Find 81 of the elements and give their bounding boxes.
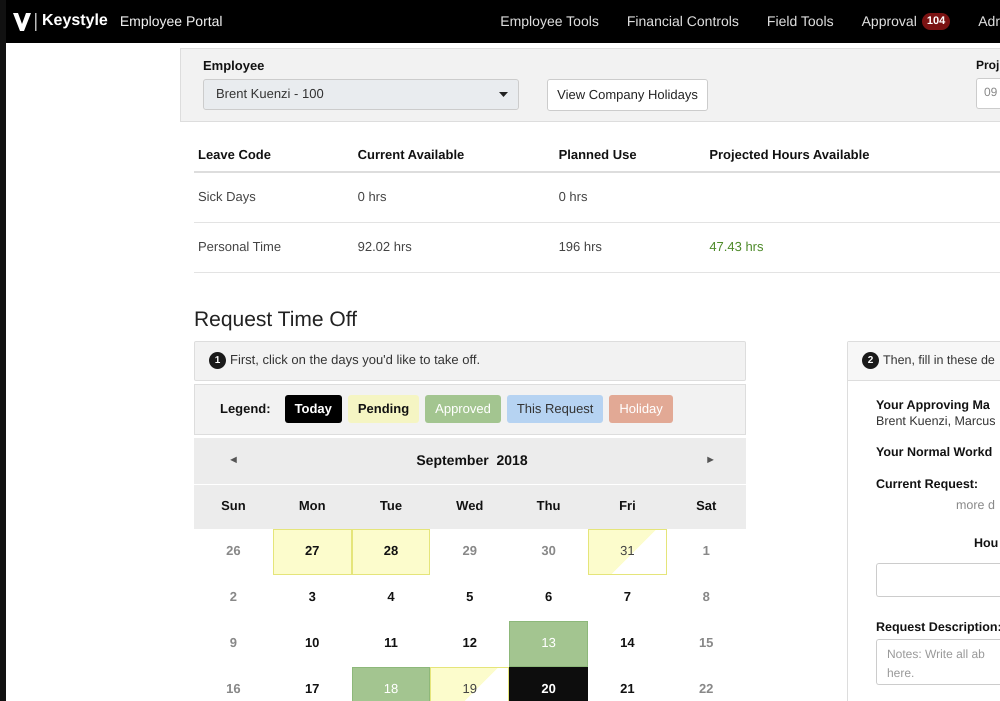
calendar-day[interactable]: 22 [666, 666, 746, 701]
brand-name[interactable]: Keystyle [42, 11, 108, 32]
legend-tag: Approved [425, 394, 501, 424]
weekday-header: Thu [509, 484, 588, 528]
nav-link[interactable]: Adr [978, 12, 1000, 31]
column-header: Leave Code [194, 139, 354, 172]
calendar-day[interactable]: 8 [666, 574, 746, 620]
calendar-day[interactable]: 10 [272, 620, 352, 666]
field-label: Employee [203, 58, 266, 75]
calendar-day[interactable]: 16 [194, 666, 273, 701]
table-cell: 196 hrs [558, 238, 602, 254]
employee-select[interactable]: Brent Kuenzi - 100 [203, 78, 519, 110]
field-label: Your Normal Workd [876, 444, 994, 460]
description-field[interactable]: Notes: Write all ab here. [876, 639, 1000, 686]
weekday-header: Wed [430, 484, 510, 528]
projected-date-field[interactable]: 09 [976, 78, 1000, 109]
calendar-day[interactable]: 29 [430, 528, 510, 574]
next-month-button[interactable]: ► [705, 453, 716, 468]
section-heading: Request Time Off [194, 306, 358, 332]
calendar-day[interactable]: 19 [430, 666, 510, 701]
legend-tag: This Request [506, 394, 604, 424]
column-header: Planned Use [554, 139, 706, 172]
nav-link[interactable]: Field Tools [766, 12, 834, 31]
hours-field[interactable] [876, 563, 1000, 597]
calendar-day[interactable]: 9 [194, 620, 273, 666]
weekday-header: Fri [588, 484, 667, 528]
column-header: Current Available [354, 139, 555, 172]
table-cell: 92.02 hrs [358, 238, 412, 254]
request-summary: more d [956, 496, 996, 513]
column-header: Projected Hours Available [705, 139, 1000, 172]
calendar-day[interactable]: 31 [588, 528, 667, 574]
manager-names: Brent Kuenzi, Marcus [876, 412, 996, 429]
step-number: 2 [862, 352, 879, 369]
table-cell: Personal Time [198, 238, 282, 254]
portal-title: Employee Portal [120, 12, 223, 31]
table-cell: Sick Days [198, 188, 256, 204]
logo-icon [12, 12, 38, 32]
table-cell: 47.43 hrs [709, 238, 764, 254]
field-label: Proj [976, 58, 1000, 74]
legend-tag: Holiday [609, 394, 673, 424]
calendar-day[interactable]: 1 [666, 528, 746, 574]
nav-link[interactable]: Employee Tools [500, 12, 599, 31]
weekday-header: Mon [272, 484, 352, 528]
step-instruction: First, click on the days you'd like to take off. [230, 352, 480, 369]
field-label: Your Approving Ma [876, 396, 991, 413]
calendar-day[interactable]: 30 [509, 528, 588, 574]
count-badge: 104 [922, 13, 950, 30]
weekday-header: Tue [352, 484, 430, 528]
table-cell: 0 hrs [358, 188, 387, 204]
calendar-day[interactable]: 17 [272, 666, 352, 701]
calendar-day[interactable]: 12 [430, 620, 510, 666]
nav-link[interactable]: Financial Controls [626, 12, 739, 31]
legend-tag: Today [284, 394, 342, 424]
field-label: Current Request: [876, 476, 980, 492]
calendar-day[interactable]: 15 [666, 620, 746, 666]
calendar-day[interactable]: 21 [588, 666, 667, 701]
calendar-day[interactable]: 3 [272, 574, 352, 620]
legend-label: Legend: [220, 400, 271, 418]
weekday-header: Sun [194, 484, 273, 528]
calendar-day[interactable]: 27 [272, 528, 352, 574]
table-cell: 0 hrs [558, 188, 588, 204]
weekday-header: Sat [666, 484, 746, 528]
calendar-day[interactable]: 14 [588, 620, 667, 666]
calendar-day[interactable]: 6 [509, 574, 588, 620]
calendar-day[interactable]: 11 [352, 620, 430, 666]
legend-tag: Pending [348, 394, 420, 424]
nav-link[interactable]: Approval [862, 12, 917, 31]
step-instruction: Then, fill in these de [883, 352, 995, 369]
field-label: Hou [974, 534, 1000, 551]
company-holidays-button[interactable]: View Company Holidays [547, 79, 708, 111]
calendar-day[interactable]: 26 [194, 528, 273, 574]
caret-icon [499, 92, 508, 97]
previous-month-button[interactable]: ◄ [228, 453, 239, 468]
calendar-day[interactable]: 4 [352, 574, 430, 620]
calendar-day[interactable]: 20 [509, 666, 588, 701]
calendar-day[interactable]: 5 [430, 574, 510, 620]
step-number: 1 [209, 352, 226, 369]
calendar-month: September 2018 [416, 451, 528, 470]
calendar-day[interactable]: 7 [588, 574, 667, 620]
calendar-day[interactable]: 28 [352, 528, 430, 574]
calendar-day[interactable]: 2 [194, 574, 273, 620]
